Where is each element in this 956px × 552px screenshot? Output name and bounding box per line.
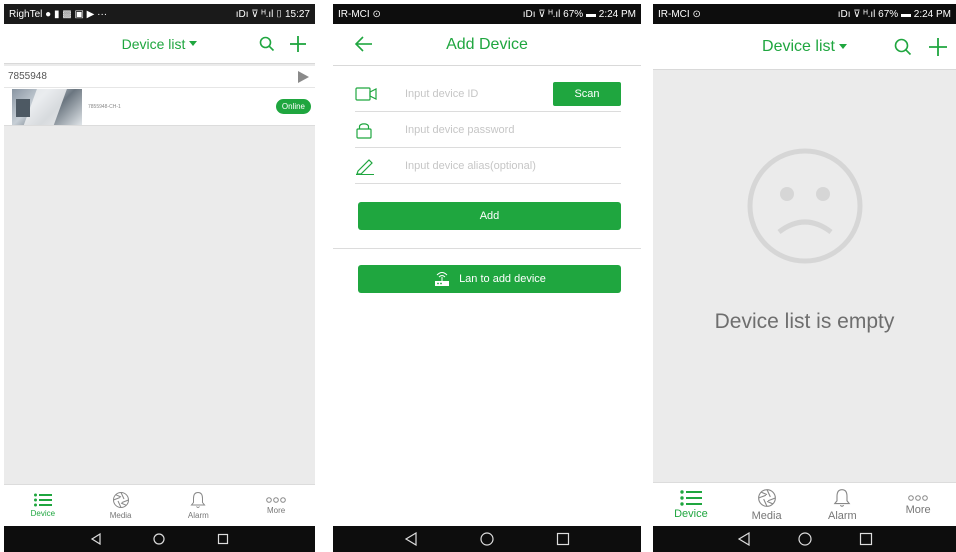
system-nav-bar bbox=[333, 526, 641, 552]
pencil-icon bbox=[355, 157, 405, 175]
lan-add-device-label: Lan to add device bbox=[459, 273, 546, 285]
system-nav-bar bbox=[4, 526, 315, 552]
empty-message: Device list is empty bbox=[714, 310, 895, 333]
device-list-screen: RighTel ● ▮ ▩ ▣ ▶ ··· ıDı ⊽ ᴴ.ıl ⌷ 15:27… bbox=[4, 4, 315, 552]
caret-down-icon bbox=[189, 41, 198, 46]
camera-thumbnail bbox=[12, 88, 82, 125]
nav-alarm[interactable]: Alarm bbox=[805, 483, 881, 526]
sad-face-icon bbox=[747, 148, 862, 264]
bottom-nav: Device Media Alarm More bbox=[653, 482, 956, 526]
device-group-name: 7855948 bbox=[8, 71, 47, 82]
bell-icon bbox=[833, 488, 851, 507]
nav-device-label: Device bbox=[30, 509, 56, 518]
lock-icon bbox=[355, 121, 405, 139]
add-device-screen: IR-MCI ⊙ ıDı ⊽ ᴴ.ıl 67% ▬ 2:24 PM Add De… bbox=[333, 4, 641, 552]
page-title: Device list bbox=[121, 35, 186, 52]
device-list-dropdown[interactable]: Device list bbox=[762, 38, 847, 56]
search-icon[interactable] bbox=[259, 36, 275, 52]
aperture-icon bbox=[757, 488, 776, 507]
bottom-nav: Device Media Alarm More bbox=[4, 484, 315, 526]
system-nav-bar bbox=[653, 526, 956, 552]
nav-alarm-label: Alarm bbox=[187, 511, 209, 520]
app-bar: Device list bbox=[653, 24, 956, 70]
empty-state: Device list is empty bbox=[653, 70, 956, 334]
status-right: ıDı ⊽ ᴴ.ıl ⌷ 15:27 bbox=[235, 8, 310, 20]
home-circle-icon[interactable] bbox=[792, 526, 818, 552]
caret-down-icon bbox=[838, 44, 847, 49]
nav-device[interactable]: Device bbox=[4, 485, 82, 526]
play-icon[interactable] bbox=[297, 70, 309, 83]
password-row bbox=[355, 112, 621, 148]
lan-add-device-button[interactable]: Lan to add device bbox=[358, 265, 621, 293]
nav-more[interactable]: More bbox=[237, 485, 315, 526]
add-device-form: Scan Add Lan to add device bbox=[333, 76, 641, 293]
nav-alarm-label: Alarm bbox=[828, 509, 857, 522]
nav-media-label: Media bbox=[109, 511, 132, 520]
status-bar: IR-MCI ⊙ ıDı ⊽ ᴴ.ıl 67% ▬ 2:24 PM bbox=[653, 4, 956, 24]
add-button[interactable]: Add bbox=[358, 202, 621, 230]
list-icon bbox=[680, 489, 702, 506]
device-list-dropdown[interactable]: Device list bbox=[122, 36, 198, 52]
more-icon bbox=[266, 497, 286, 503]
device-id-input[interactable] bbox=[405, 87, 553, 100]
home-circle-icon[interactable] bbox=[474, 526, 500, 552]
alias-input[interactable] bbox=[405, 159, 621, 172]
recents-square-icon[interactable] bbox=[550, 526, 576, 552]
page-title: Add Device bbox=[446, 35, 528, 53]
bell-icon bbox=[190, 491, 206, 508]
nav-media-label: Media bbox=[751, 509, 782, 522]
nav-media[interactable]: Media bbox=[82, 485, 160, 526]
more-icon bbox=[908, 494, 928, 501]
device-list-item[interactable]: 7855948-CH-1 Online bbox=[4, 88, 315, 126]
divider bbox=[333, 248, 641, 249]
back-arrow-icon[interactable] bbox=[355, 36, 373, 52]
camera-icon bbox=[355, 86, 405, 102]
list-icon bbox=[33, 493, 52, 507]
nav-media[interactable]: Media bbox=[729, 483, 805, 526]
status-left: IR-MCI ⊙ bbox=[658, 8, 701, 20]
status-right: ıDı ⊽ ᴴ.ıl 67% ▬ 2:24 PM bbox=[522, 8, 636, 20]
recents-square-icon[interactable] bbox=[853, 526, 879, 552]
device-group-row[interactable]: 7855948 bbox=[4, 66, 315, 88]
nav-more[interactable]: More bbox=[880, 483, 956, 526]
nav-device[interactable]: Device bbox=[653, 483, 729, 526]
scan-button[interactable]: Scan bbox=[553, 81, 621, 106]
back-triangle-icon[interactable] bbox=[731, 526, 757, 552]
router-wifi-icon bbox=[435, 272, 450, 286]
device-list-empty-screen: IR-MCI ⊙ ıDı ⊽ ᴴ.ıl 67% ▬ 2:24 PM Device… bbox=[653, 4, 956, 552]
alias-row bbox=[355, 148, 621, 184]
home-circle-icon[interactable] bbox=[146, 526, 172, 552]
app-bar: Device list bbox=[4, 24, 315, 64]
aperture-icon bbox=[112, 492, 129, 508]
nav-more-label: More bbox=[905, 503, 931, 516]
password-input[interactable] bbox=[405, 123, 621, 136]
nav-device-label: Device bbox=[674, 507, 708, 520]
device-id-row: Scan bbox=[355, 76, 621, 112]
page-title: Device list bbox=[762, 37, 835, 55]
recents-square-icon[interactable] bbox=[210, 526, 236, 552]
search-icon[interactable] bbox=[894, 38, 912, 56]
back-triangle-icon[interactable] bbox=[398, 526, 424, 552]
app-bar: Add Device bbox=[333, 24, 641, 66]
status-right: ıDı ⊽ ᴴ.ıl 67% ▬ 2:24 PM bbox=[837, 8, 951, 20]
status-bar: IR-MCI ⊙ ıDı ⊽ ᴴ.ıl 67% ▬ 2:24 PM bbox=[333, 4, 641, 24]
online-status-badge: Online bbox=[275, 99, 311, 114]
nav-alarm[interactable]: Alarm bbox=[160, 485, 238, 526]
status-left: IR-MCI ⊙ bbox=[338, 8, 381, 20]
add-icon[interactable] bbox=[289, 35, 307, 53]
status-bar: RighTel ● ▮ ▩ ▣ ▶ ··· ıDı ⊽ ᴴ.ıl ⌷ 15:27 bbox=[4, 4, 315, 24]
status-left: RighTel ● ▮ ▩ ▣ ▶ ··· bbox=[9, 8, 108, 20]
nav-more-label: More bbox=[267, 506, 286, 515]
channel-name: 7855948-CH-1 bbox=[88, 103, 121, 110]
back-triangle-icon[interactable] bbox=[83, 526, 109, 552]
add-icon[interactable] bbox=[928, 37, 948, 57]
